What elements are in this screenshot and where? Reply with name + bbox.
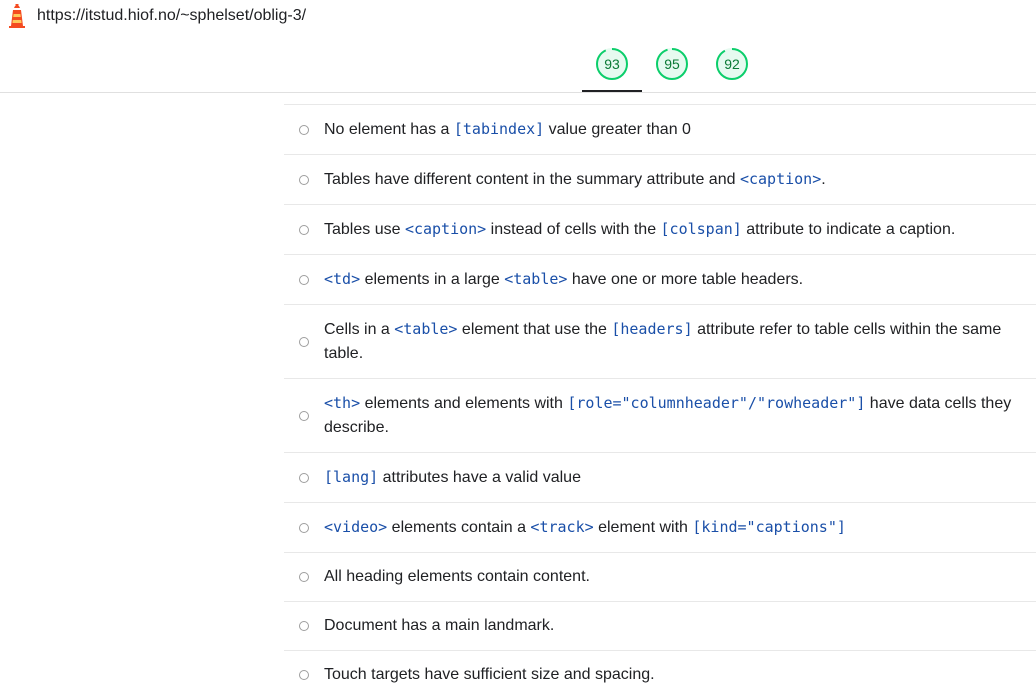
audit-title: <td> elements in a large <table> have on… xyxy=(324,270,804,288)
audit-list: No element has a [tabindex] value greate… xyxy=(284,104,1036,699)
audit-status-circle-icon xyxy=(299,336,309,347)
audit-code: [role="columnheader"/"rowheader"] xyxy=(567,394,866,412)
audit-text: Cells in a xyxy=(324,321,395,338)
audit-text: instead of cells with the xyxy=(486,221,661,238)
audit-text: Tables use xyxy=(324,221,405,238)
audit-code: <td> xyxy=(324,270,361,288)
score-gauges: 93 95 92 xyxy=(0,32,1036,93)
audit-title: <th> elements and elements with [role="c… xyxy=(324,394,1011,436)
score-gauge[interactable]: 92 xyxy=(715,47,749,81)
audit-status-circle-icon xyxy=(299,274,309,285)
score-gauge[interactable]: 95 xyxy=(655,47,689,81)
audit-text: Document has a main landmark. xyxy=(324,617,555,634)
audit-text: elements in a large xyxy=(360,271,505,288)
audit-text: Touch targets have sufficient size and s… xyxy=(324,666,655,683)
audit-text: value greater than 0 xyxy=(544,121,691,138)
audit-code: <caption> xyxy=(739,170,822,188)
audit-text: attributes have a valid value xyxy=(378,469,581,486)
audit-code: [tabindex] xyxy=(453,120,545,138)
audit-text: have one or more table headers. xyxy=(567,271,804,288)
audit-title: [lang] attributes have a valid value xyxy=(324,468,581,486)
audit-text: . xyxy=(821,171,826,188)
active-gauge-underline xyxy=(582,90,642,92)
audit-title: Document has a main landmark. xyxy=(324,617,554,634)
score-gauge[interactable]: 93 xyxy=(595,47,629,81)
page-url[interactable]: https://itstud.hiof.no/~sphelset/oblig-3… xyxy=(37,7,306,25)
audit-status-circle-icon xyxy=(299,472,309,483)
audit-status-circle-icon xyxy=(299,410,309,421)
audit-item[interactable]: No element has a [tabindex] value greate… xyxy=(284,104,1036,154)
audit-item[interactable]: <td> elements in a large <table> have on… xyxy=(284,254,1036,304)
audit-title: Tables have different content in the sum… xyxy=(324,170,826,188)
audit-title: <video> elements contain a <track> eleme… xyxy=(324,518,846,536)
audit-status-circle-icon xyxy=(299,572,309,582)
audit-code: <caption> xyxy=(404,220,487,238)
url-bar: https://itstud.hiof.no/~sphelset/oblig-3… xyxy=(0,0,1036,33)
score-value: 93 xyxy=(604,56,620,72)
audit-text: Tables have different content in the sum… xyxy=(324,171,740,188)
audit-status-circle-icon xyxy=(299,174,309,185)
audit-item[interactable]: Document has a main landmark. xyxy=(284,601,1036,650)
audit-title: Touch targets have sufficient size and s… xyxy=(324,666,655,683)
audit-code: <track> xyxy=(530,518,594,536)
audit-code: [kind="captions"] xyxy=(692,518,846,536)
audit-text: elements and elements with xyxy=(360,395,568,412)
audit-status-circle-icon xyxy=(299,124,309,135)
audit-code: [headers] xyxy=(611,320,693,338)
audit-text: attribute to indicate a caption. xyxy=(741,221,956,238)
audit-code: <th> xyxy=(324,394,361,412)
audit-item[interactable]: Cells in a <table> element that use the … xyxy=(284,304,1036,378)
audit-title: Cells in a <table> element that use the … xyxy=(324,320,1001,362)
audit-code: [lang] xyxy=(324,468,379,486)
audit-title: No element has a [tabindex] value greate… xyxy=(324,120,691,138)
audit-item[interactable]: Tables use <caption> instead of cells wi… xyxy=(284,204,1036,254)
audit-title: All heading elements contain content. xyxy=(324,568,590,585)
audit-code: [colspan] xyxy=(660,220,742,238)
audit-text: element that use the xyxy=(457,321,612,338)
audit-code: <table> xyxy=(394,320,458,338)
audit-text: All heading elements contain content. xyxy=(324,568,590,585)
audit-code: <table> xyxy=(504,270,568,288)
audit-title: Tables use <caption> instead of cells wi… xyxy=(324,220,956,238)
audit-item[interactable]: [lang] attributes have a valid value xyxy=(284,452,1036,502)
audit-status-circle-icon xyxy=(299,621,309,631)
audit-item[interactable]: <video> elements contain a <track> eleme… xyxy=(284,502,1036,552)
audit-code: <video> xyxy=(324,518,388,536)
audit-item[interactable]: <th> elements and elements with [role="c… xyxy=(284,378,1036,452)
audit-item[interactable]: Tables have different content in the sum… xyxy=(284,154,1036,204)
audit-text: elements contain a xyxy=(387,519,531,536)
audit-item[interactable]: All heading elements contain content. xyxy=(284,552,1036,601)
score-value: 95 xyxy=(664,56,680,72)
score-value: 92 xyxy=(724,56,740,72)
audit-text: element with xyxy=(593,519,693,536)
lighthouse-icon xyxy=(9,4,25,28)
audit-status-circle-icon xyxy=(299,522,309,533)
audit-status-circle-icon xyxy=(299,670,309,680)
audit-item[interactable]: Touch targets have sufficient size and s… xyxy=(284,650,1036,699)
audit-status-circle-icon xyxy=(299,224,309,235)
audit-text: No element has a xyxy=(324,121,454,138)
